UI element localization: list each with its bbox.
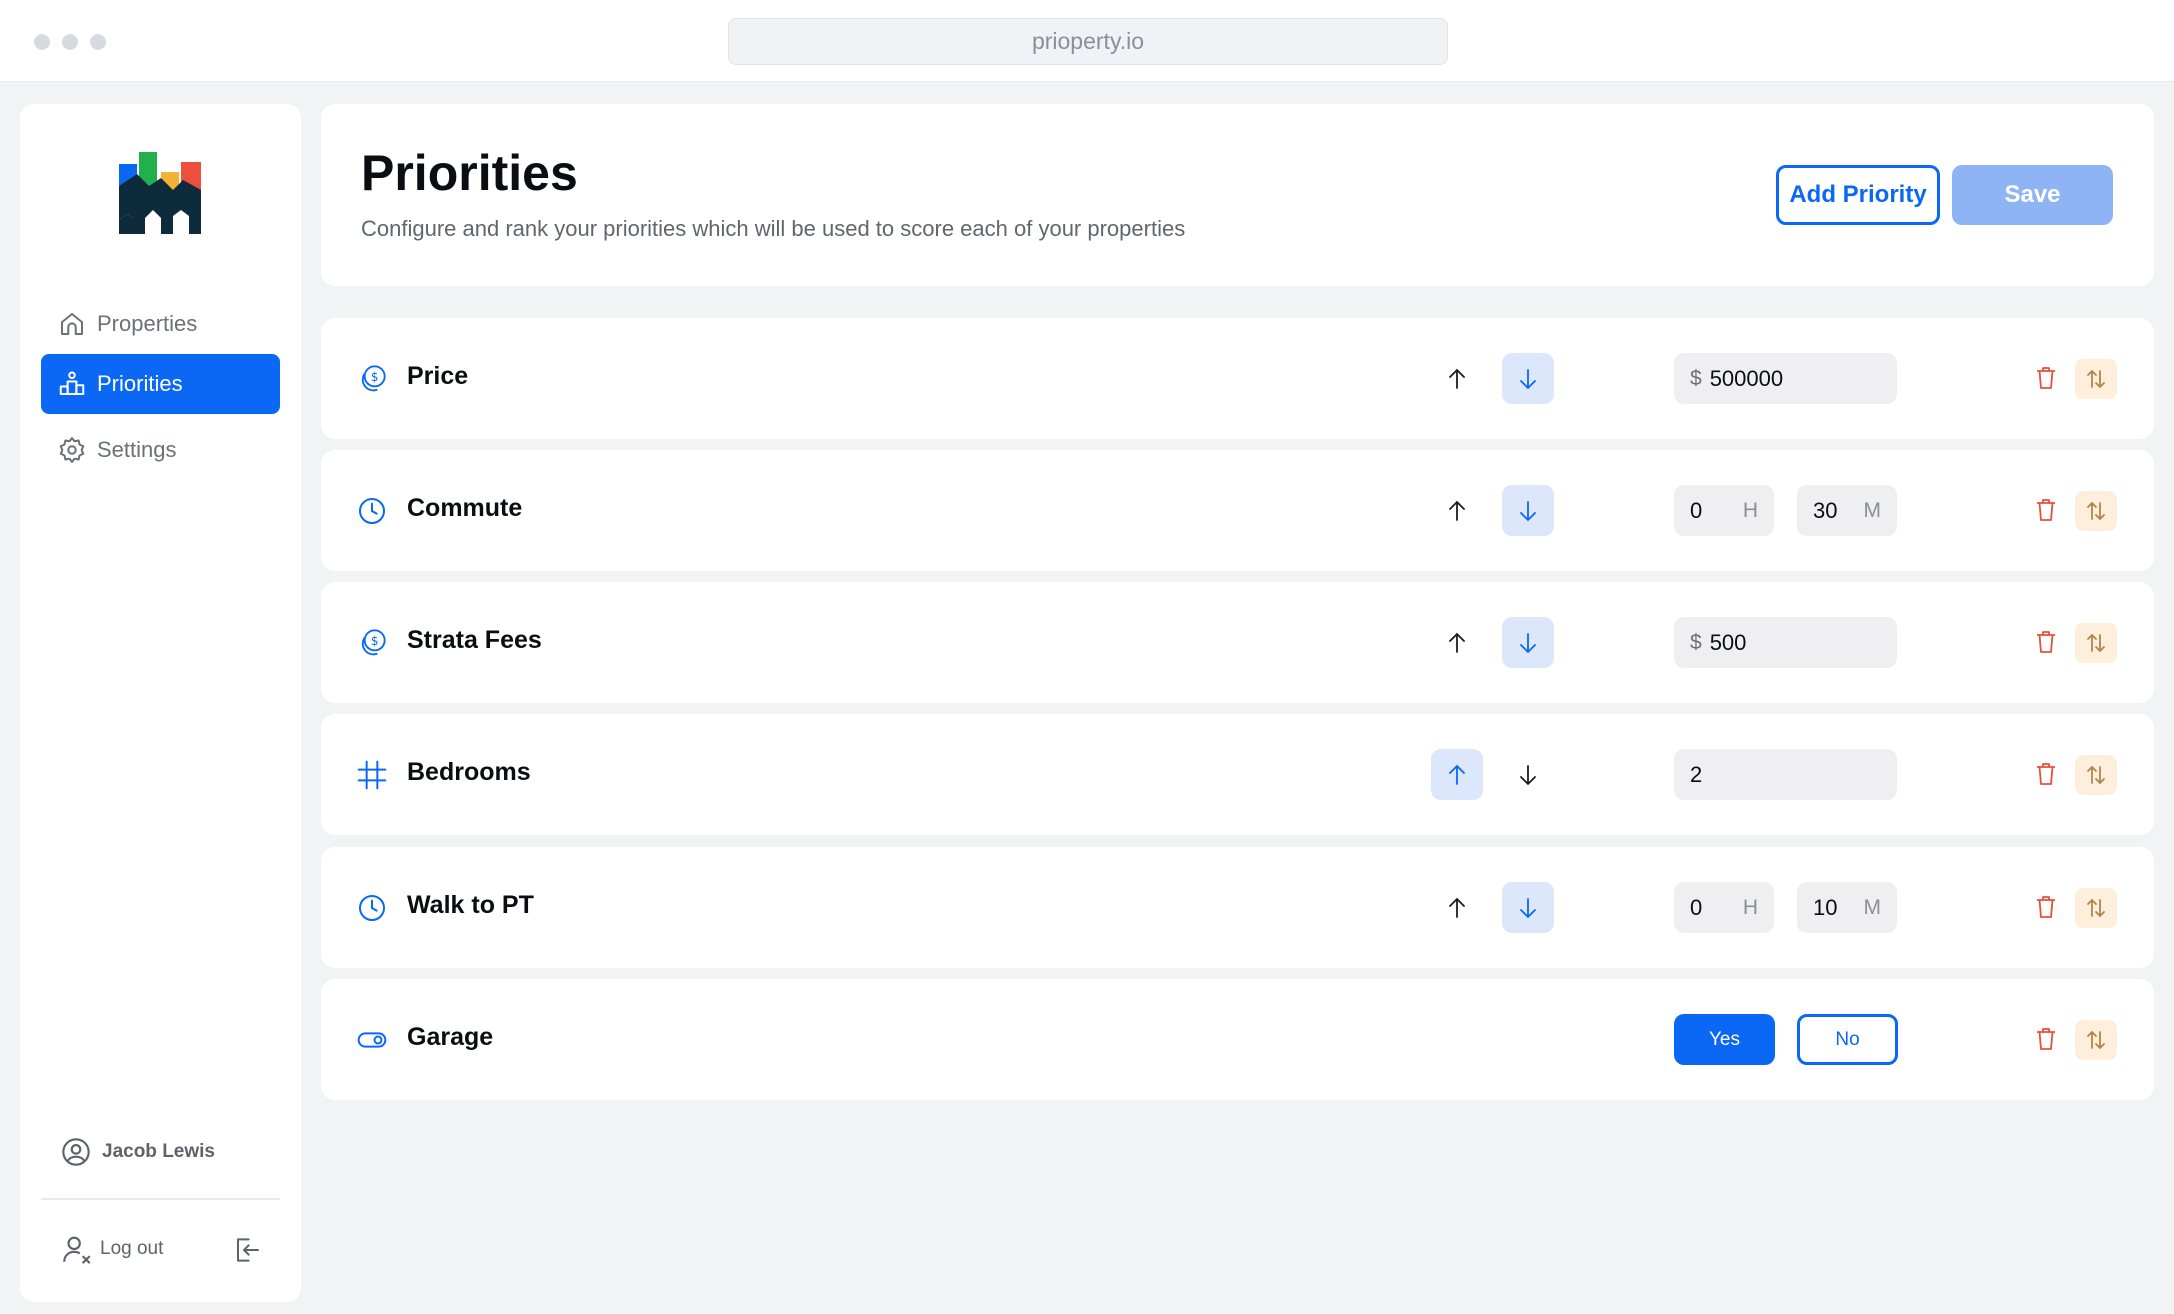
move-up-button[interactable] bbox=[1431, 485, 1483, 536]
move-down-button[interactable] bbox=[1502, 882, 1554, 933]
user-avatar-icon bbox=[60, 1136, 92, 1168]
page-subtitle: Configure and rank your priorities which… bbox=[361, 216, 1186, 241]
drag-sort-handle[interactable] bbox=[2075, 359, 2117, 399]
svg-text:$: $ bbox=[371, 370, 379, 384]
delete-priority-button[interactable] bbox=[2027, 359, 2065, 397]
logout-label: Log out bbox=[100, 1238, 164, 1259]
sidebar-item-priorities[interactable]: Priorities bbox=[41, 354, 280, 414]
priority-row-strata-fees: $ Strata Fees $ 500 bbox=[321, 582, 2154, 703]
user-remove-icon bbox=[60, 1232, 94, 1266]
delete-priority-button[interactable] bbox=[2027, 1020, 2065, 1058]
strata-fees-input[interactable]: $ 500 bbox=[1674, 617, 1897, 668]
minutes-input[interactable]: 10 M bbox=[1797, 882, 1897, 933]
minutes-unit: M bbox=[1863, 895, 1882, 919]
priority-name: Strata Fees bbox=[407, 626, 542, 654]
hours-input[interactable]: 0 H bbox=[1674, 485, 1774, 536]
home-icon bbox=[57, 309, 87, 339]
no-option-button[interactable]: No bbox=[1797, 1014, 1898, 1065]
window-dot-minimize[interactable] bbox=[62, 34, 78, 50]
move-down-button[interactable] bbox=[1502, 749, 1554, 800]
drag-sort-handle[interactable] bbox=[2075, 888, 2117, 928]
gear-icon bbox=[57, 435, 87, 465]
svg-text:$: $ bbox=[371, 634, 379, 648]
priority-name: Commute bbox=[407, 494, 523, 522]
yes-option-button[interactable]: Yes bbox=[1674, 1014, 1775, 1065]
sidebar-item-label: Properties bbox=[97, 311, 198, 336]
drag-sort-handle[interactable] bbox=[2075, 623, 2117, 663]
delete-priority-button[interactable] bbox=[2027, 623, 2065, 661]
bedrooms-input[interactable]: 2 bbox=[1674, 749, 1897, 800]
priority-name: Price bbox=[407, 362, 469, 390]
money-icon: $ bbox=[356, 627, 388, 659]
strata-fees-value: 500 bbox=[1709, 629, 1747, 655]
delete-priority-button[interactable] bbox=[2027, 755, 2065, 793]
clock-icon bbox=[356, 495, 388, 527]
hours-value: 0 bbox=[1690, 497, 1703, 523]
move-down-button[interactable] bbox=[1502, 485, 1554, 536]
clock-icon bbox=[356, 892, 388, 924]
priority-row-walk-to-pt: Walk to PT 0 H 10 M bbox=[321, 847, 2154, 968]
minutes-input[interactable]: 30 M bbox=[1797, 485, 1897, 536]
toggle-icon bbox=[356, 1024, 388, 1056]
add-priority-button[interactable]: Add Priority bbox=[1776, 165, 1940, 225]
sidebar: Properties Priorities Settings Jacob Lew… bbox=[20, 104, 301, 1302]
currency-symbol: $ bbox=[1690, 366, 1702, 390]
priority-name: Bedrooms bbox=[407, 758, 531, 786]
minutes-value: 30 bbox=[1813, 497, 1838, 523]
hours-input[interactable]: 0 H bbox=[1674, 882, 1774, 933]
drag-sort-handle[interactable] bbox=[2075, 755, 2117, 795]
browser-chrome: prioperty.io bbox=[0, 0, 2174, 82]
priority-name: Garage bbox=[407, 1023, 494, 1051]
window-dot-maximize[interactable] bbox=[90, 34, 106, 50]
currency-symbol: $ bbox=[1690, 630, 1702, 654]
move-down-button[interactable] bbox=[1502, 353, 1554, 404]
priorities-icon bbox=[57, 369, 87, 399]
delete-priority-button[interactable] bbox=[2027, 888, 2065, 926]
hash-icon bbox=[356, 759, 388, 791]
priority-row-bedrooms: Bedrooms 2 bbox=[321, 714, 2154, 835]
minutes-unit: M bbox=[1863, 498, 1882, 522]
drag-sort-handle[interactable] bbox=[2075, 1020, 2117, 1060]
sidebar-item-label: Settings bbox=[97, 437, 177, 462]
address-bar[interactable]: prioperty.io bbox=[728, 18, 1448, 65]
priority-name: Walk to PT bbox=[407, 891, 534, 919]
move-up-button[interactable] bbox=[1431, 882, 1483, 933]
hours-value: 0 bbox=[1690, 894, 1703, 920]
save-button[interactable]: Save bbox=[1952, 165, 2113, 225]
priority-row-garage: Garage Yes No bbox=[321, 979, 2154, 1100]
page-header: Priorities Configure and rank your prior… bbox=[321, 104, 2154, 286]
move-down-button[interactable] bbox=[1502, 617, 1554, 668]
sidebar-item-properties[interactable]: Properties bbox=[41, 294, 280, 354]
hours-unit: H bbox=[1742, 895, 1758, 919]
page-title: Priorities bbox=[361, 145, 578, 201]
move-up-button[interactable] bbox=[1431, 353, 1483, 404]
app-logo[interactable] bbox=[119, 152, 203, 239]
delete-priority-button[interactable] bbox=[2027, 491, 2065, 529]
priority-row-price: $ Price $ 500000 bbox=[321, 318, 2154, 439]
sidebar-item-label: Priorities bbox=[97, 371, 183, 396]
sidebar-item-settings[interactable]: Settings bbox=[41, 420, 280, 480]
bedrooms-value: 2 bbox=[1690, 761, 1703, 787]
price-value: 500000 bbox=[1709, 365, 1784, 391]
logout-button[interactable]: Log out bbox=[60, 1232, 163, 1266]
minutes-value: 10 bbox=[1813, 894, 1838, 920]
window-dot-close[interactable] bbox=[34, 34, 50, 50]
price-input[interactable]: $ 500000 bbox=[1674, 353, 1897, 404]
address-bar-url: prioperty.io bbox=[1031, 28, 1145, 54]
priority-row-commute: Commute 0 H 30 M bbox=[321, 450, 2154, 571]
sidebar-divider bbox=[41, 1198, 280, 1200]
drag-sort-handle[interactable] bbox=[2075, 491, 2117, 531]
money-icon: $ bbox=[356, 363, 388, 395]
move-up-button[interactable] bbox=[1431, 617, 1483, 668]
user-profile[interactable]: Jacob Lewis bbox=[60, 1136, 215, 1168]
user-name: Jacob Lewis bbox=[102, 1141, 215, 1162]
move-up-button[interactable] bbox=[1431, 749, 1483, 800]
logout-exit-icon[interactable] bbox=[230, 1234, 262, 1266]
hours-unit: H bbox=[1742, 498, 1758, 522]
